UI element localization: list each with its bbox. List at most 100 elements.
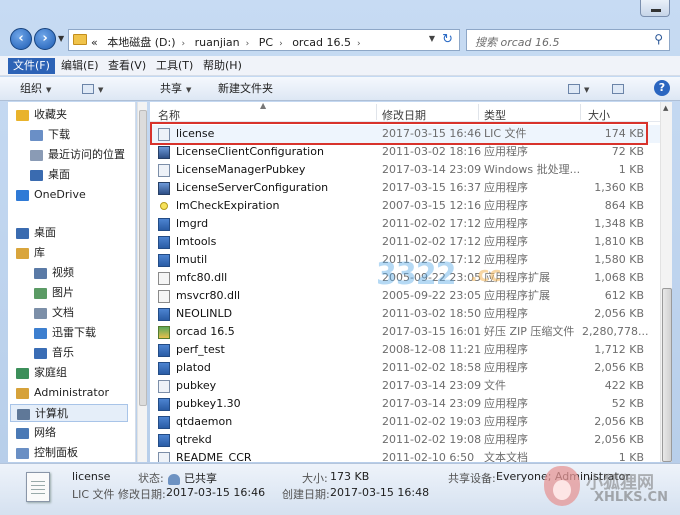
file-type-cell: 好压 ZIP 压缩文件 [484,325,575,338]
table-row[interactable]: orcad 16.5 2017-03-15 16:01 好压 ZIP 压缩文件 2,2… [150,323,660,341]
table-row[interactable]: qtrekd 2011-02-02 19:08 应用程序 2,056 KB [150,431,660,449]
sidebar-item[interactable]: 网络 [16,424,56,442]
table-row[interactable]: NEOLINLD 2011-03-02 18:50 应用程序 2,056 KB [150,305,660,323]
app-icon [158,397,170,411]
back-button[interactable]: ‹ [10,28,32,50]
sidebar-item[interactable]: 桌面 [16,224,56,242]
column-divider[interactable] [376,104,377,120]
sidebar-item[interactable]: 下载 [30,126,70,144]
sidebar-item[interactable]: 家庭组 [16,364,67,382]
organize-button[interactable]: 组织 ▼ [20,81,51,97]
table-row[interactable]: perf_test 2008-12-08 11:21 应用程序 1,712 KB [150,341,660,359]
onedrive-cloud-icon [16,189,29,201]
refresh-icon[interactable]: ↻ [442,32,453,47]
breadcrumb-orcad[interactable]: orcad 16.5 [292,36,351,49]
table-row[interactable]: pubkey 2017-03-14 23:09 文件 422 KB [150,377,660,395]
file-name: orcad 16.5 [176,325,235,338]
table-row[interactable]: lmCheckExpiration 2007-03-15 12:16 应用程序 864… [150,197,660,215]
menu-help[interactable]: 帮助(H) [198,58,247,74]
table-row[interactable]: lmutil 2011-02-02 17:12 应用程序 1,580 KB [150,251,660,269]
table-row[interactable]: lmgrd 2011-02-02 17:12 应用程序 1,348 KB [150,215,660,233]
blank-file-icon [158,379,170,393]
help-icon[interactable]: ? [654,80,670,96]
recent-pages-chevron-icon[interactable]: ▼ [58,34,64,43]
table-row[interactable]: msvcr80.dll 2005-09-22 23:05 应用程序扩展 612 KB [150,287,660,305]
column-divider[interactable] [478,104,479,120]
close-button[interactable] [640,0,670,17]
file-type-cell: 应用程序 [484,181,528,194]
sidebar-item-label: 文档 [52,306,74,319]
breadcrumb-drive[interactable]: 本地磁盘 (D:) [107,36,175,49]
breadcrumb-separator[interactable]: › [279,39,283,49]
file-type-cell: Windows 批处理... [484,163,581,176]
new-folder-button[interactable]: 新建文件夹 [218,81,273,97]
nav-scrollbar-thumb[interactable] [139,110,147,406]
breadcrumb-ruanjian[interactable]: ruanjian [195,36,240,49]
file-size-cell: 1,580 KB [594,253,644,266]
sidebar-item[interactable]: 音乐 [34,344,74,362]
breadcrumb-separator[interactable]: › [246,39,250,49]
sidebar-item[interactable]: 图片 [34,284,74,302]
menu-view[interactable]: 查看(V) [103,58,151,74]
nav-scrollbar[interactable] [137,102,147,462]
breadcrumb-separator[interactable]: › [182,39,186,49]
menu-edit[interactable]: 编辑(E) [56,58,104,74]
sidebar-item-label: 迅雷下载 [52,326,96,339]
file-date-cell: 2011-02-02 18:58 [382,361,482,374]
file-list-scrollbar-thumb[interactable] [662,288,672,462]
breadcrumb-overflow[interactable]: « [91,36,98,49]
chevron-down-icon: ▼ [98,86,104,94]
file-size-cell: 1,360 KB [594,181,644,194]
view-options-button[interactable]: ▼ [568,81,589,97]
column-date[interactable]: 修改日期 [382,107,426,123]
search-input[interactable]: 搜索 orcad 16.5 ⚲ [466,29,670,51]
file-date-cell: 2005-09-22 23:05 [382,271,482,284]
share-button[interactable]: 共享 ▼ [160,81,191,97]
menu-file[interactable]: 文件(F) [8,58,55,74]
sidebar-item[interactable]: 控制面板 [16,444,78,462]
preview-pane-button[interactable] [612,81,624,97]
sidebar-item[interactable]: 桌面 [30,166,70,184]
forward-button[interactable]: › [34,28,56,50]
table-row[interactable]: LicenseClientConfiguration 2011-03-02 18:… [150,143,660,161]
breadcrumb-separator[interactable]: › [357,39,361,49]
table-row[interactable]: mfc80.dll 2005-09-22 23:05 应用程序扩展 1,068 KB [150,269,660,287]
sidebar-item[interactable]: 迅雷下载 [34,324,96,342]
sidebar-item[interactable]: 计算机 [10,404,128,422]
menu-tools[interactable]: 工具(T) [151,58,198,74]
address-bar[interactable]: « 本地磁盘 (D:) › ruanjian › PC › orcad 16.5 › ▼… [68,29,460,51]
file-size-cell: 1,068 KB [594,271,644,284]
table-row[interactable]: qtdaemon 2011-02-02 19:03 应用程序 2,056 KB [150,413,660,431]
column-name[interactable]: 名称 [158,107,180,123]
column-type[interactable]: 类型 [484,107,506,123]
search-icon[interactable]: ⚲ [654,32,663,46]
file-size-cell: 1,712 KB [594,343,644,356]
sidebar-item[interactable]: 文档 [34,304,74,322]
share-label: 共享 [160,82,182,95]
sidebar-item[interactable]: Administrator [16,384,109,402]
folder-icon [73,34,87,45]
scroll-up-icon[interactable]: ▲ [663,104,668,112]
fox-logo-icon [544,466,580,506]
sidebar-item[interactable]: 收藏夹 [16,106,67,124]
breadcrumb-pc[interactable]: PC [259,36,273,49]
table-row[interactable]: platod 2011-02-02 18:58 应用程序 2,056 KB [150,359,660,377]
sidebar-item[interactable]: OneDrive [16,186,86,204]
table-row[interactable]: README_CCR 2011-02-10 6:50 文本文档 1 KB [150,449,660,462]
table-row[interactable]: lmtools 2011-02-02 17:12 应用程序 1,810 KB [150,233,660,251]
column-size[interactable]: 大小 [588,107,610,123]
column-divider[interactable] [580,104,581,120]
address-dropdown-icon[interactable]: ▼ [429,34,435,43]
table-row[interactable]: LicenseServerConfiguration 2017-03-15 16:… [150,179,660,197]
sidebar-item[interactable]: 库 [16,244,45,262]
detail-created-label: 创建日期: [282,488,330,501]
table-row[interactable]: LicenseManagerPubkey 2017-03-14 23:09 Wind… [150,161,660,179]
table-row[interactable]: pubkey1.30 2017-03-14 23:09 应用程序 52 KB [150,395,660,413]
open-with-button[interactable]: ▼ [82,81,103,97]
yellow-dot-icon [160,202,168,210]
sidebar-item[interactable]: 最近访问的位置 [30,146,125,164]
file-type-cell: 应用程序 [484,199,528,212]
menu-bar: 文件(F) 编辑(E) 查看(V) 工具(T) 帮助(H) [0,56,680,76]
sidebar-item[interactable]: 视频 [34,264,74,282]
file-list-scrollbar[interactable]: ▲ [660,102,672,462]
